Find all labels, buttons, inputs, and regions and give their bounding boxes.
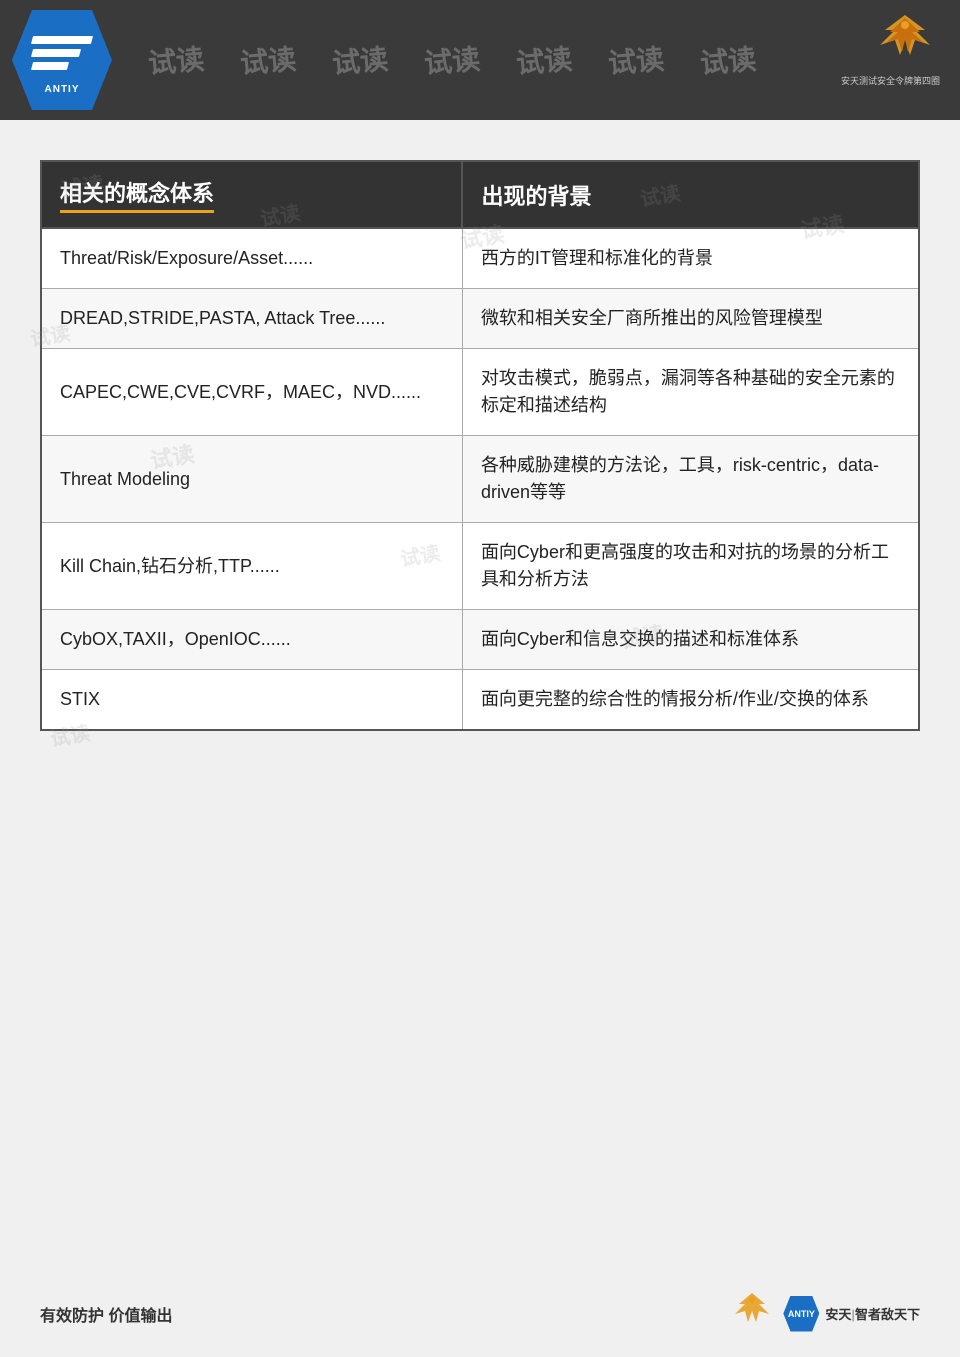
logo-label: ANTIY [45, 84, 80, 95]
right-logo-subtitle: 安天测试安全令牌第四圈 [841, 74, 940, 87]
row-0-left: Threat/Risk/Exposure/Asset...... [41, 228, 462, 289]
table-row: DREAD,STRIDE,PASTA, Attack Tree......微软和… [41, 289, 919, 349]
footer-brand: 安天 [825, 1307, 851, 1322]
row-2-right: 对攻击模式，脆弱点，漏洞等各种基础的安全元素的标定和描述结构 [462, 349, 919, 436]
footer-antiy-icon: ANTIY [783, 1296, 819, 1332]
row-1-left: DREAD,STRIDE,PASTA, Attack Tree...... [41, 289, 462, 349]
watermark-4: 试读 [404, 36, 499, 84]
row-5-left: CybOX,TAXII，OpenIOC...... [41, 610, 462, 670]
table-row: CAPEC,CWE,CVE,CVRF，MAEC，NVD......对攻击模式，脆… [41, 349, 919, 436]
concepts-table: 相关的概念体系 出现的背景 Threat/Risk/Exposure/Asset… [40, 160, 920, 731]
watermark-7: 试读 [681, 36, 776, 84]
table-row: STIX面向更完整的综合性的情报分析/作业/交换的体系 [41, 670, 919, 731]
logo-stripe-2 [31, 49, 81, 57]
eagle-icon [870, 10, 940, 72]
footer: 有效防护 价值输出 ANTIY 安天|智者敌天下 [0, 1290, 960, 1337]
row-0-right: 西方的IT管理和标准化的背景 [462, 228, 919, 289]
logo-stripe-3 [31, 62, 69, 70]
footer-slogan: 有效防护 价值输出 [40, 1302, 172, 1326]
col2-header-text: 出现的背景 [481, 184, 591, 209]
header-watermarks: 试读 试读 试读 试读 试读 试读 试读 [0, 0, 960, 120]
row-6-left: STIX [41, 670, 462, 731]
antiy-logo: ANTIY [12, 10, 112, 110]
row-1-right: 微软和相关安全厂商所推出的风险管理模型 [462, 289, 919, 349]
footer-eagle-icon [727, 1290, 777, 1337]
footer-logo: ANTIY 安天|智者敌天下 [727, 1290, 920, 1337]
table-row: Threat/Risk/Exposure/Asset......西方的IT管理和… [41, 228, 919, 289]
row-3-left: Threat Modeling [41, 436, 462, 523]
table-row: Kill Chain,钻石分析,TTP......面向Cyber和更高强度的攻击… [41, 523, 919, 610]
row-6-right: 面向更完整的综合性的情报分析/作业/交换的体系 [462, 670, 919, 731]
col1-header-text: 相关的概念体系 [60, 176, 214, 213]
row-4-left: Kill Chain,钻石分析,TTP...... [41, 523, 462, 610]
header-right-logo: 安天测试安全令牌第四圈 [841, 10, 940, 87]
footer-slogan-right: 智者敌天下 [855, 1307, 920, 1322]
watermark-1: 试读 [128, 36, 223, 84]
watermark-6: 试读 [589, 36, 684, 84]
logo-stripes [32, 25, 92, 80]
watermark-2: 试读 [220, 36, 315, 84]
col1-header: 相关的概念体系 [41, 161, 462, 228]
table-row: CybOX,TAXII，OpenIOC......面向Cyber和信息交换的描述… [41, 610, 919, 670]
row-3-right: 各种威胁建模的方法论，工具，risk-centric，data-driven等等 [462, 436, 919, 523]
row-5-right: 面向Cyber和信息交换的描述和标准体系 [462, 610, 919, 670]
row-2-left: CAPEC,CWE,CVE,CVRF，MAEC，NVD...... [41, 349, 462, 436]
watermark-3: 试读 [312, 36, 407, 84]
footer-logo-text: 安天|智者敌天下 [825, 1304, 920, 1323]
header: ANTIY 试读 试读 试读 试读 试读 试读 试读 安天测试安全令牌第四圈 [0, 0, 960, 120]
row-4-right: 面向Cyber和更高强度的攻击和对抗的场景的分析工具和分析方法 [462, 523, 919, 610]
table-row: Threat Modeling各种威胁建模的方法论，工具，risk-centri… [41, 436, 919, 523]
main-content: 试读 试读 试读 试读 试读 试读 试读 试读 试读 试读 试读 试读 试读 试… [0, 120, 960, 771]
logo-stripe-1 [31, 36, 93, 44]
watermark-5: 试读 [496, 36, 591, 84]
col2-header: 出现的背景 [462, 161, 919, 228]
